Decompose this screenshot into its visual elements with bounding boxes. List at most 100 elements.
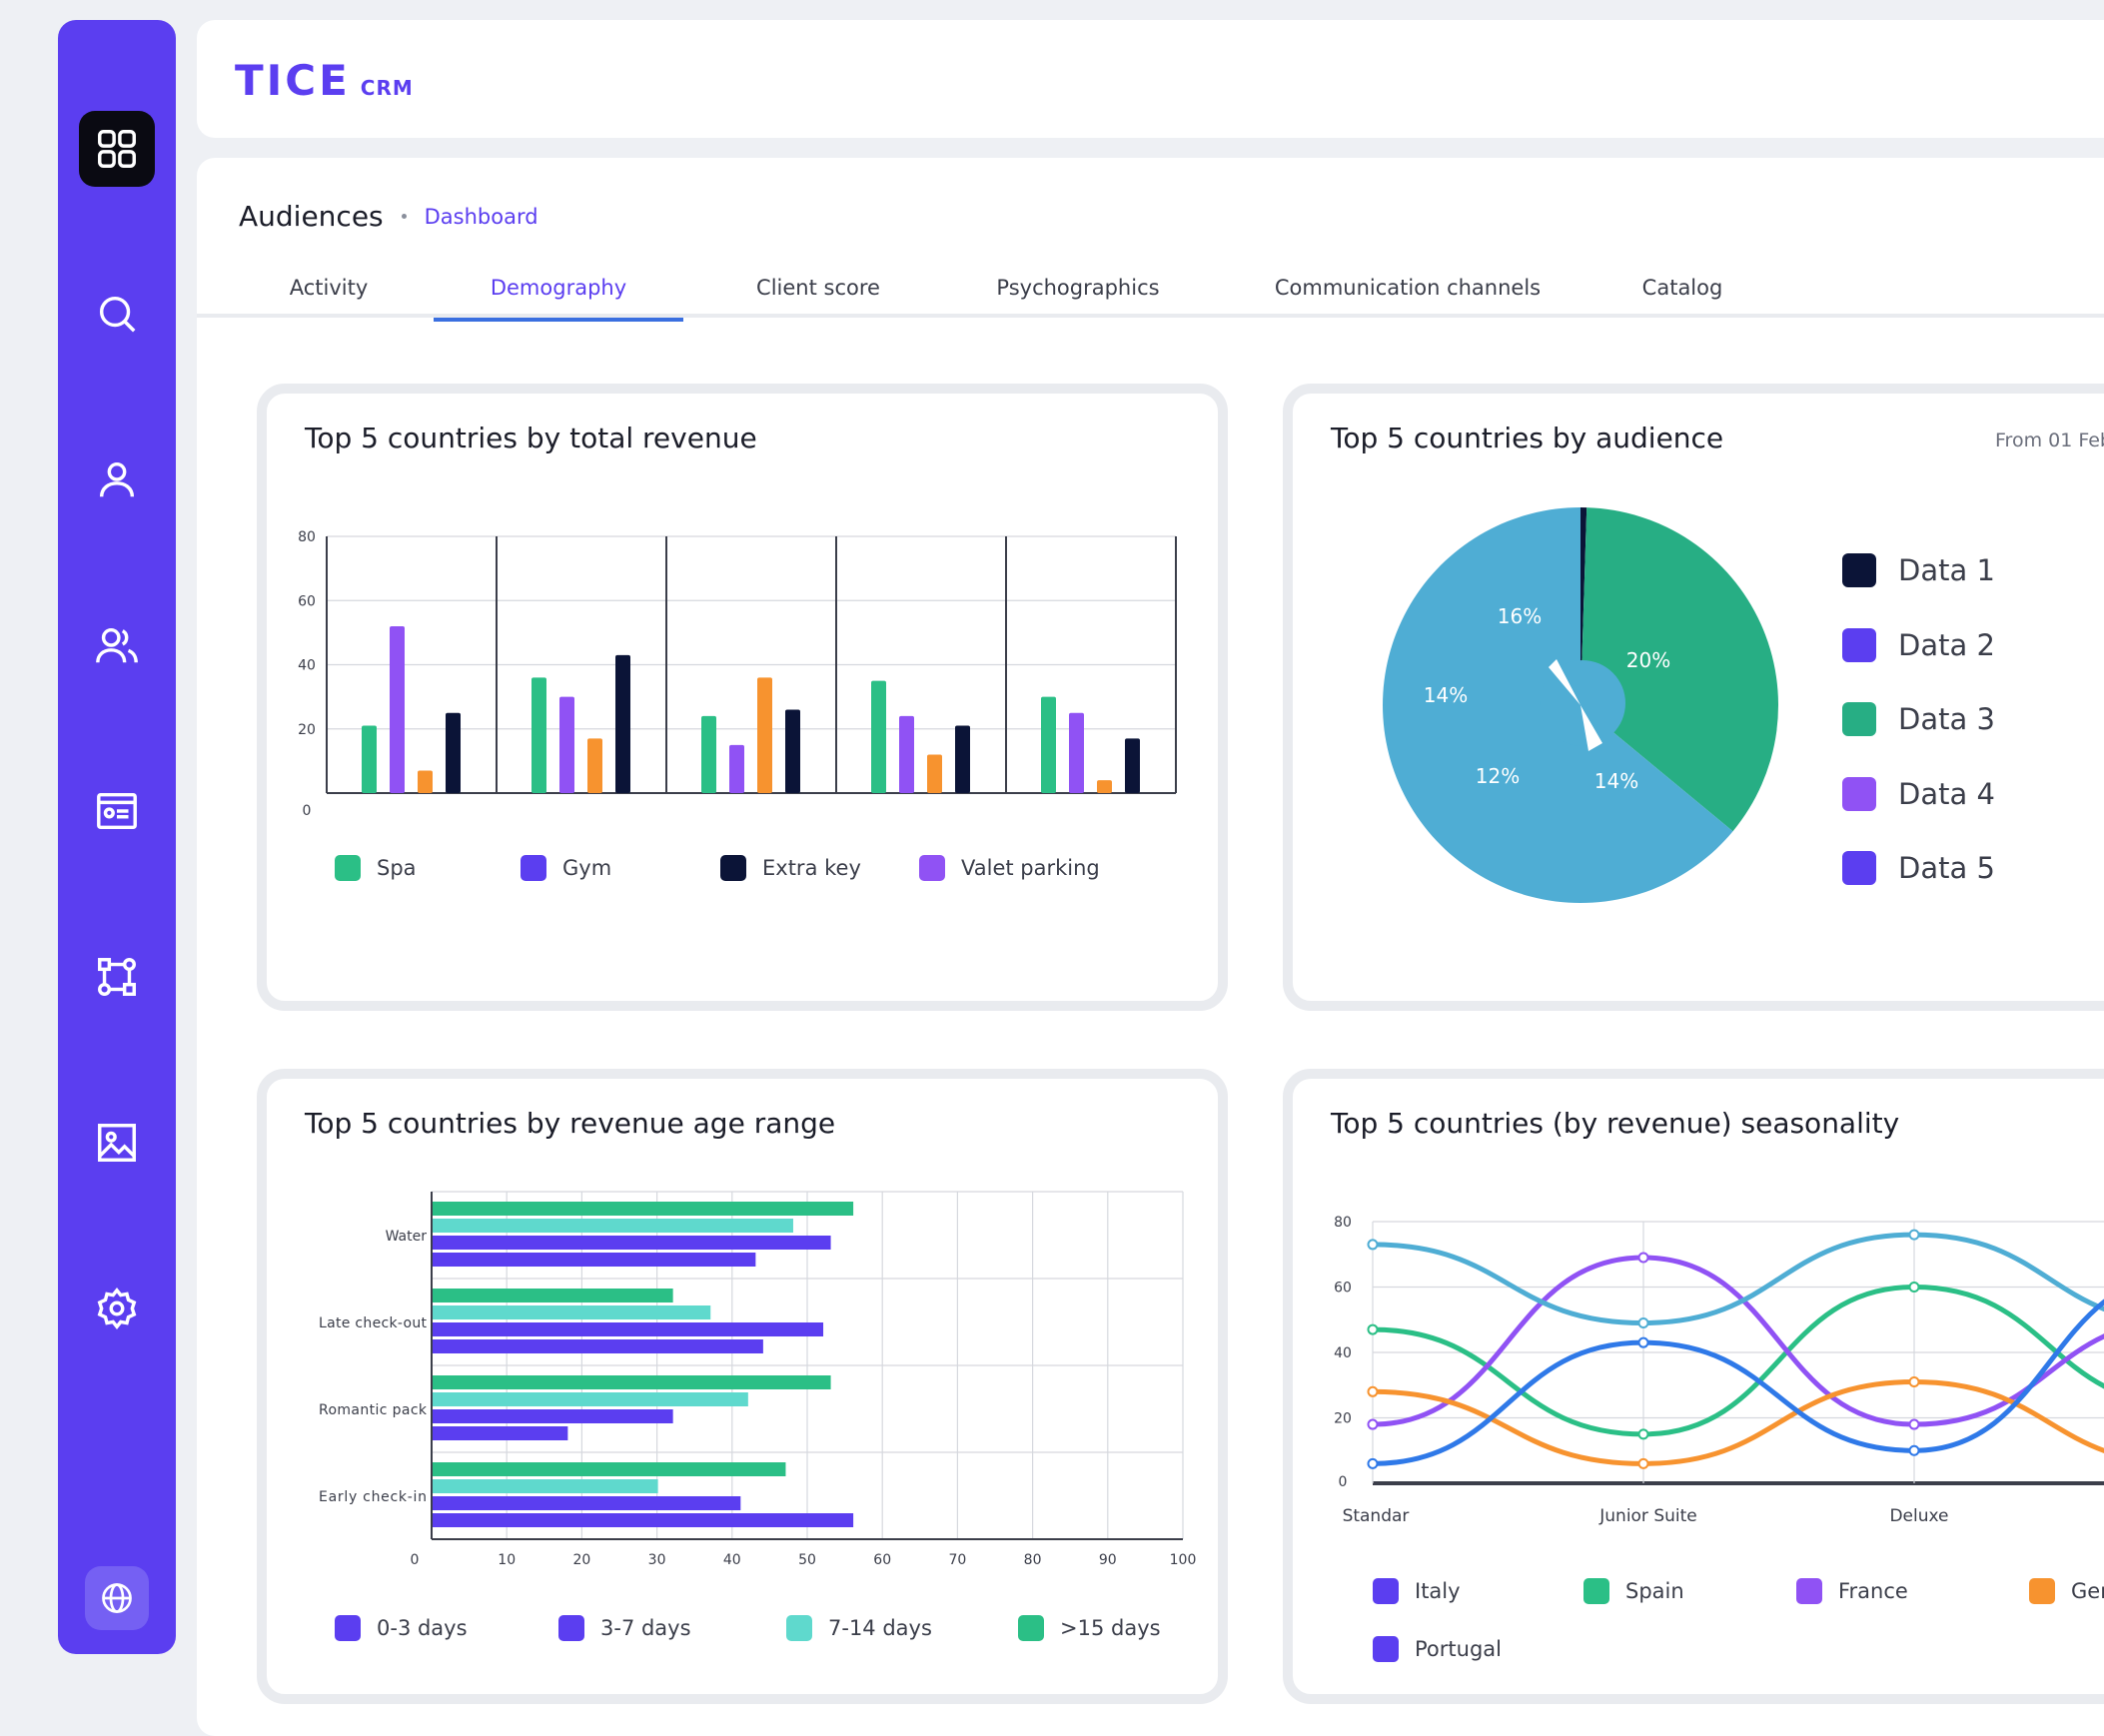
x-tick-label: 90: [1099, 1552, 1117, 1568]
age-range-legend-item[interactable]: 0-3 days: [335, 1615, 468, 1641]
top-bar: TICE CRM: [197, 20, 2104, 138]
y-tick-label: 40: [1334, 1345, 1352, 1361]
x-tick-label: Standar: [1343, 1506, 1410, 1526]
revenue-legend-item[interactable]: Spa: [335, 855, 417, 881]
revenue-legend-item[interactable]: Extra key: [720, 855, 861, 881]
data-point: [1637, 1428, 1649, 1440]
legend-swatch: [1842, 627, 1876, 662]
pie-slice-label: 16%: [1498, 604, 1542, 628]
revenue-card: Top 5 countries by total revenue 0 20 40 60…: [257, 384, 1228, 1011]
y-category-label: Late check-out: [319, 1315, 428, 1331]
main-panel: Audiences Dashboard Activity Demography …: [197, 158, 2104, 1736]
data-point: [1908, 1418, 1920, 1430]
workflow-icon[interactable]: [83, 943, 151, 1011]
tab-activity[interactable]: Activity: [259, 276, 399, 322]
legend-swatch: [558, 1615, 584, 1641]
data-point: [1908, 1444, 1920, 1456]
legend-swatch: [919, 855, 945, 881]
seasonality-legend-item[interactable]: Spain: [1583, 1578, 1684, 1604]
audience-legend-item[interactable]: Data 4: [1842, 757, 1995, 832]
data-point: [1367, 1385, 1379, 1397]
breadcrumb-link-dashboard[interactable]: Dashboard: [425, 205, 538, 229]
bar: [1069, 712, 1084, 793]
legend-label: Portugal: [1415, 1637, 1502, 1661]
settings-gear-icon[interactable]: [83, 1275, 151, 1342]
legend-swatch: [2029, 1578, 2055, 1604]
bar: [433, 1339, 763, 1353]
legend-swatch: [1842, 553, 1876, 588]
bar: [433, 1462, 786, 1476]
legend-label: Data 4: [1898, 776, 1995, 811]
bar: [729, 744, 744, 793]
tab-psychographics[interactable]: Psychographics: [953, 276, 1203, 322]
brand-logo[interactable]: TICE CRM: [235, 56, 414, 105]
legend-label: Valet parking: [961, 856, 1100, 880]
bar: [390, 625, 405, 793]
seasonality-legend-item[interactable]: Ger: [2029, 1578, 2104, 1604]
dashboard-grid-icon[interactable]: [79, 111, 155, 187]
audience-legend-item[interactable]: Data 2: [1842, 608, 1995, 683]
bar: [433, 1322, 824, 1336]
bar: [418, 770, 433, 793]
age-range-legend-item[interactable]: >15 days: [1018, 1615, 1161, 1641]
y-tick-label: 40: [298, 658, 316, 674]
data-point: [1908, 1375, 1920, 1387]
age-range-legend-item[interactable]: 3-7 days: [558, 1615, 691, 1641]
bar: [362, 725, 377, 793]
x-tick-label: 30: [648, 1552, 666, 1568]
legend-label: Data 1: [1898, 553, 1995, 588]
bar: [433, 1289, 673, 1302]
data-point: [1637, 1336, 1649, 1348]
legend-swatch: [1373, 1636, 1399, 1662]
revenue-legend-item[interactable]: Gym: [521, 855, 611, 881]
tab-communication-channels[interactable]: Communication channels: [1238, 276, 1578, 322]
legend-swatch: [1842, 776, 1876, 811]
revenue-legend-item[interactable]: Valet parking: [919, 855, 1100, 881]
legend-swatch: [335, 855, 361, 881]
legend-swatch: [1796, 1578, 1822, 1604]
audience-date-range[interactable]: From 01 Feb: [1995, 430, 2104, 451]
bar: [433, 1392, 748, 1406]
tab-bar: Activity Demography Client score Psychog…: [197, 268, 2104, 322]
brand-name: TICE: [235, 56, 351, 105]
pie-center: [1540, 660, 1625, 746]
legend-swatch: [1842, 702, 1876, 737]
age-range-legend-item[interactable]: 7-14 days: [786, 1615, 932, 1641]
legend-swatch: [1583, 1578, 1609, 1604]
data-point: [1367, 1323, 1379, 1335]
audience-legend-item[interactable]: Data 5: [1842, 831, 1995, 906]
audience-legend-item[interactable]: Data 3: [1842, 682, 1995, 757]
globe-icon[interactable]: [85, 1566, 149, 1630]
data-point: [1637, 1252, 1649, 1264]
seasonality-legend-item[interactable]: France: [1796, 1578, 1908, 1604]
user-icon[interactable]: [83, 445, 151, 513]
seasonality-legend-item[interactable]: Portugal: [1373, 1636, 1502, 1662]
y-tick-label: 0: [1339, 1474, 1348, 1490]
series-line: [1372, 1232, 2104, 1326]
bar: [433, 1305, 711, 1319]
bar: [446, 712, 461, 793]
x-tick-label: 10: [498, 1552, 516, 1568]
y-tick-label: 80: [298, 529, 316, 545]
legend-label: Italy: [1415, 1579, 1461, 1603]
image-icon[interactable]: [83, 1109, 151, 1177]
seasonality-card: Top 5 countries (by revenue) seasonality…: [1283, 1069, 2104, 1704]
seasonality-legend-item[interactable]: Italy: [1373, 1578, 1461, 1604]
breadcrumb: Audiences Dashboard: [239, 200, 538, 233]
legend-label: Gym: [562, 856, 612, 880]
bar: [433, 1496, 741, 1510]
contact-card-icon[interactable]: [83, 777, 151, 845]
search-icon[interactable]: [83, 280, 151, 348]
tab-catalog[interactable]: Catalog: [1612, 276, 1752, 322]
y-tick-label: 80: [1334, 1215, 1352, 1231]
tab-demography[interactable]: Demography: [434, 276, 683, 322]
bar: [701, 715, 716, 793]
bar: [433, 1409, 673, 1423]
bar: [531, 677, 546, 793]
users-icon[interactable]: [83, 611, 151, 679]
y-tick-label: 0: [303, 803, 312, 819]
tab-client-score[interactable]: Client score: [718, 276, 918, 322]
audience-legend-item[interactable]: Data 1: [1842, 533, 1995, 608]
x-tick-label: 50: [798, 1552, 816, 1568]
legend-label: 7-14 days: [828, 1616, 932, 1640]
